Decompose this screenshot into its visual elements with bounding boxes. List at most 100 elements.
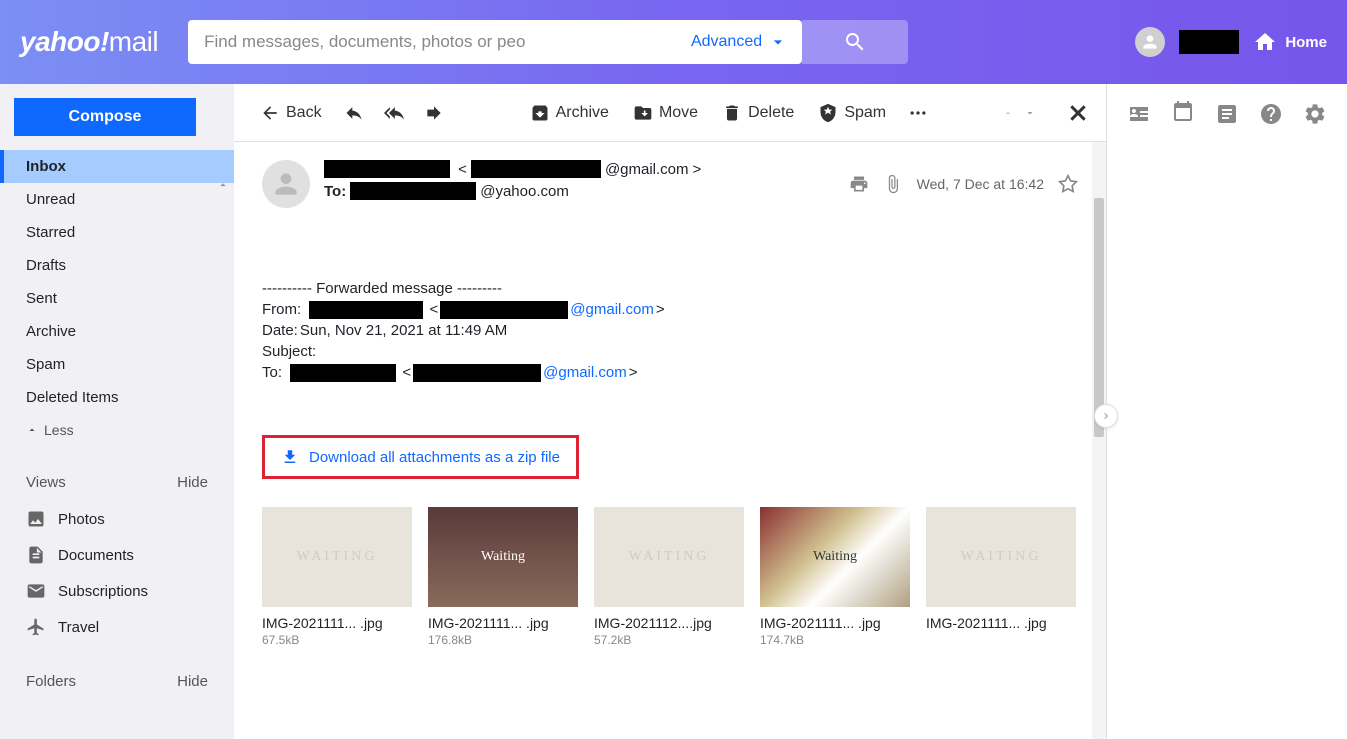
from-line: < @gmail.com> — [324, 160, 835, 178]
header-right: Home — [1135, 27, 1327, 57]
back-button[interactable]: Back — [250, 97, 332, 129]
person-icon — [1140, 32, 1160, 52]
next-message-icon[interactable] — [1024, 107, 1036, 119]
email-date: Wed, 7 Dec at 16:42 — [917, 176, 1044, 192]
attachment-size: 57.2kB — [594, 633, 744, 647]
search-button[interactable] — [802, 20, 908, 64]
content-area: Back Archive Move — [234, 84, 1347, 739]
attachment-size: 67.5kB — [262, 633, 412, 647]
compose-button[interactable]: Compose — [14, 98, 196, 136]
attachment-filename: IMG-2021111... .jpg — [926, 615, 1076, 631]
photos-icon — [26, 509, 46, 529]
archive-button[interactable]: Archive — [520, 97, 619, 129]
folders-hide-toggle[interactable]: Hide — [177, 673, 208, 690]
download-icon — [281, 448, 299, 466]
attachment-size: 174.7kB — [760, 633, 910, 647]
arrow-left-icon — [260, 103, 280, 123]
less-toggle[interactable]: Less — [0, 414, 234, 446]
reply-button[interactable] — [336, 97, 372, 129]
home-link[interactable]: Home — [1253, 30, 1327, 54]
attachment-card[interactable]: WAITING IMG-2021112....jpg 57.2kB — [594, 507, 744, 647]
move-icon — [633, 103, 653, 123]
close-button[interactable] — [1066, 101, 1090, 125]
forwarded-block: ---------- Forwarded message --------- F… — [262, 278, 1078, 383]
attachment-thumbnail: Waiting — [428, 507, 578, 607]
delete-button[interactable]: Delete — [712, 97, 804, 129]
advanced-search-button[interactable]: Advanced — [677, 20, 802, 64]
attachment-card[interactable]: WAITINGIMG-2021111... .jpg67.5kB — [262, 507, 412, 647]
message-pane: Back Archive Move — [234, 84, 1107, 739]
folder-unread[interactable]: Unread — [0, 183, 234, 216]
trash-icon — [722, 103, 742, 123]
view-travel[interactable]: Travel — [0, 609, 234, 645]
chevron-down-icon — [768, 32, 788, 52]
view-photos[interactable]: Photos — [0, 501, 234, 537]
sender-avatar — [262, 160, 310, 208]
folder-spam[interactable]: Spam — [0, 348, 234, 381]
attachment-thumbnail: Waiting — [760, 507, 910, 607]
folder-deleted-items[interactable]: Deleted Items — [0, 381, 234, 414]
reply-all-icon — [384, 103, 404, 123]
attachment-thumbnail: WAITING — [594, 507, 744, 607]
view-subscriptions[interactable]: Subscriptions — [0, 573, 234, 609]
prev-message-icon[interactable] — [1002, 107, 1014, 119]
attachment-icon[interactable] — [883, 174, 903, 194]
contacts-icon[interactable] — [1127, 102, 1151, 126]
chevron-right-icon — [1100, 410, 1112, 422]
reply-icon — [344, 103, 364, 123]
folder-inbox[interactable]: Inbox — [0, 150, 234, 183]
folder-archive[interactable]: Archive — [0, 315, 234, 348]
spam-button[interactable]: Spam — [808, 97, 896, 129]
profile-avatar[interactable] — [1135, 27, 1165, 57]
person-icon — [270, 168, 302, 200]
attachment-card[interactable]: Waiting IMG-2021111... .jpg 176.8kB — [428, 507, 578, 647]
folders-header: Folders Hide — [0, 663, 234, 700]
notes-icon[interactable] — [1215, 102, 1239, 126]
calendar-icon-wrap[interactable]: 7 — [1171, 100, 1195, 127]
views-header: Views Hide — [0, 464, 234, 501]
attachment-card[interactable]: WAITINGIMG-2021111... .jpg — [926, 507, 1076, 647]
search-input[interactable] — [188, 20, 677, 64]
move-button[interactable]: Move — [623, 97, 708, 129]
star-icon[interactable] — [1058, 174, 1078, 194]
scroll-up-icon[interactable] — [216, 178, 230, 192]
search-bar: Advanced — [188, 20, 802, 64]
settings-icon[interactable] — [1303, 102, 1327, 126]
attachment-card[interactable]: Waiting IMG-2021111... .jpg 174.7kB — [760, 507, 910, 647]
subscriptions-icon — [26, 581, 46, 601]
more-actions-button[interactable] — [900, 97, 936, 129]
more-icon — [908, 103, 928, 123]
forward-button[interactable] — [416, 97, 452, 129]
message-toolbar: Back Archive Move — [234, 84, 1106, 142]
reply-all-button[interactable] — [376, 97, 412, 129]
sender-email-redacted — [471, 160, 601, 178]
attachment-filename: IMG-2021111... .jpg — [760, 615, 910, 631]
sender-name-redacted — [324, 160, 450, 178]
archive-icon — [530, 103, 550, 123]
travel-icon — [26, 617, 46, 637]
to-line: To: @yahoo.com — [324, 182, 835, 200]
folder-drafts[interactable]: Drafts — [0, 249, 234, 282]
download-all-link[interactable]: Download all attachments as a zip file — [309, 449, 560, 466]
attachment-filename: IMG-2021112....jpg — [594, 615, 744, 631]
email-header: < @gmail.com> To: @yahoo.com — [262, 160, 1078, 208]
right-rail: 7 — [1107, 84, 1347, 739]
email-body: < @gmail.com> To: @yahoo.com — [234, 142, 1106, 739]
scrollbar[interactable] — [1092, 142, 1106, 739]
view-documents[interactable]: Documents — [0, 537, 234, 573]
recipient-redacted — [350, 182, 476, 200]
spam-icon — [818, 103, 838, 123]
documents-icon — [26, 545, 46, 565]
views-hide-toggle[interactable]: Hide — [177, 474, 208, 491]
print-icon[interactable] — [849, 174, 869, 194]
attachment-size: 176.8kB — [428, 633, 578, 647]
folder-sent[interactable]: Sent — [0, 282, 234, 315]
help-icon[interactable] — [1259, 102, 1283, 126]
search-icon — [843, 30, 867, 54]
folder-starred[interactable]: Starred — [0, 216, 234, 249]
sidebar: Compose InboxUnreadStarredDraftsSentArch… — [0, 84, 234, 739]
pane-expand-handle[interactable] — [1094, 404, 1118, 428]
email-meta: Wed, 7 Dec at 16:42 — [849, 160, 1078, 208]
attachment-filename: IMG-2021111... .jpg — [428, 615, 578, 631]
download-all-highlight: Download all attachments as a zip file — [262, 435, 579, 479]
